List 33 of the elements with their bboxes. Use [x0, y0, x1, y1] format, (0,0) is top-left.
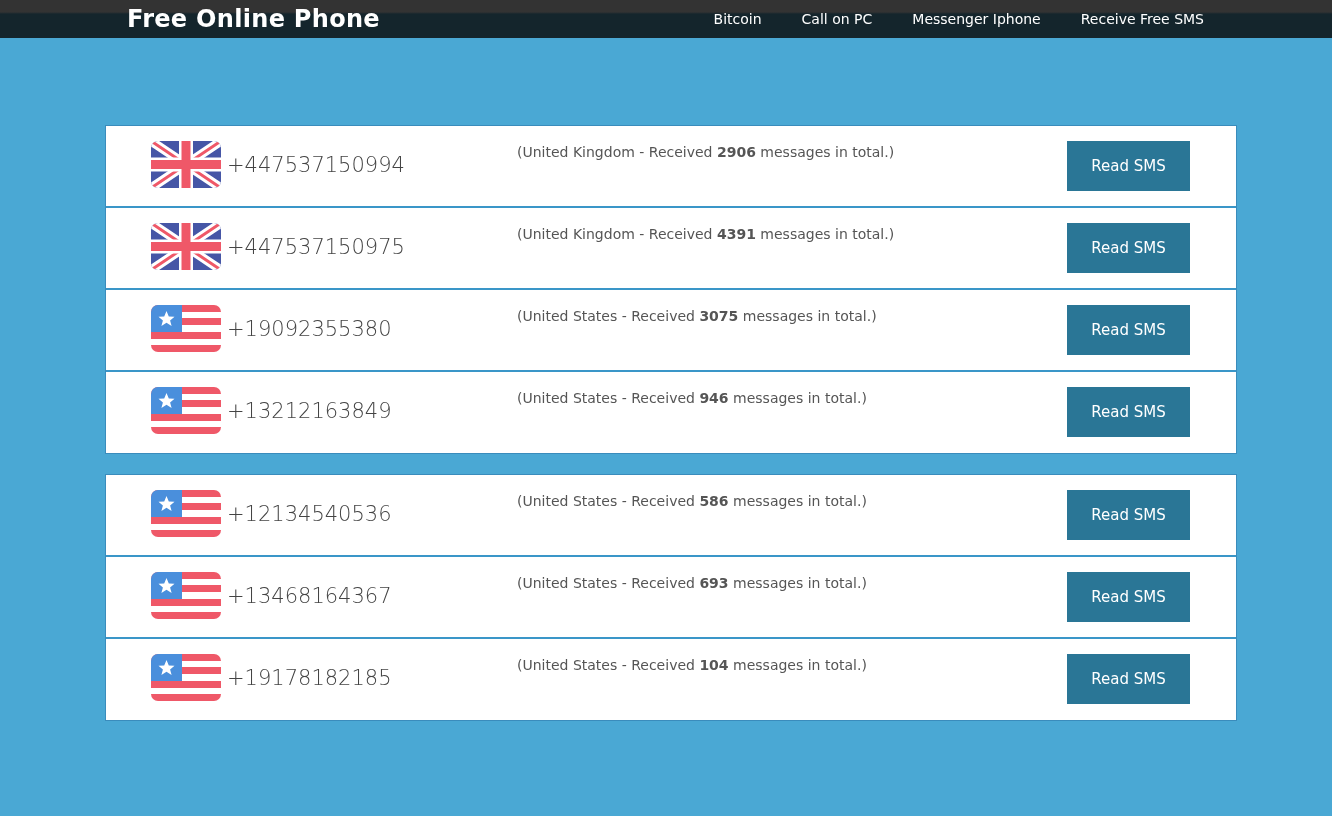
message-count-text: (United States - Received 693 messages in total.): [517, 574, 868, 591]
message-count-text: (United States - Received 104 messages in total.): [517, 656, 868, 673]
us-flag-icon: [151, 387, 221, 434]
phone-number: +19092355380: [227, 316, 392, 341]
read-sms-button[interactable]: Read SMS: [1067, 305, 1190, 355]
read-sms-button[interactable]: Read SMS: [1067, 141, 1190, 191]
message-count-text: (United States - Received 586 messages in total.): [517, 492, 868, 509]
phone-number: +13212163849: [227, 398, 392, 423]
message-count-text: (United Kingdom - Received 2906 messages in total.): [517, 143, 896, 160]
message-count-text: (United Kingdom - Received 4391 messages in total.): [517, 225, 896, 242]
read-sms-button[interactable]: Read SMS: [1067, 572, 1190, 622]
phone-number: +19178182185: [227, 665, 392, 690]
phone-number: +447537150975: [227, 234, 405, 259]
us-flag-icon: [151, 490, 221, 537]
site-logo[interactable]: Free Online Phone: [127, 5, 380, 33]
nav-link[interactable]: Bitcoin: [713, 11, 762, 27]
message-count-text: (United States - Received 946 messages in total.): [517, 389, 868, 406]
read-sms-button[interactable]: Read SMS: [1067, 387, 1190, 437]
message-count-text: (United States - Received 3075 messages in total.): [517, 307, 878, 324]
phone-number: +447537150994: [227, 152, 405, 177]
read-sms-button[interactable]: Read SMS: [1067, 223, 1190, 273]
uk-flag-icon: [151, 223, 221, 270]
nav-link[interactable]: Call on PC: [801, 11, 873, 27]
read-sms-button[interactable]: Read SMS: [1067, 490, 1190, 540]
us-flag-icon: [151, 305, 221, 352]
phone-number: +12134540536: [227, 501, 392, 526]
read-sms-button[interactable]: Read SMS: [1067, 654, 1190, 704]
uk-flag-icon: [151, 141, 221, 188]
nav-link[interactable]: Receive Free SMS: [1080, 11, 1204, 27]
nav-link[interactable]: Messenger Iphone: [912, 11, 1041, 27]
us-flag-icon: [151, 572, 221, 619]
phone-number: +13468164367: [227, 583, 392, 608]
us-flag-icon: [151, 654, 221, 701]
